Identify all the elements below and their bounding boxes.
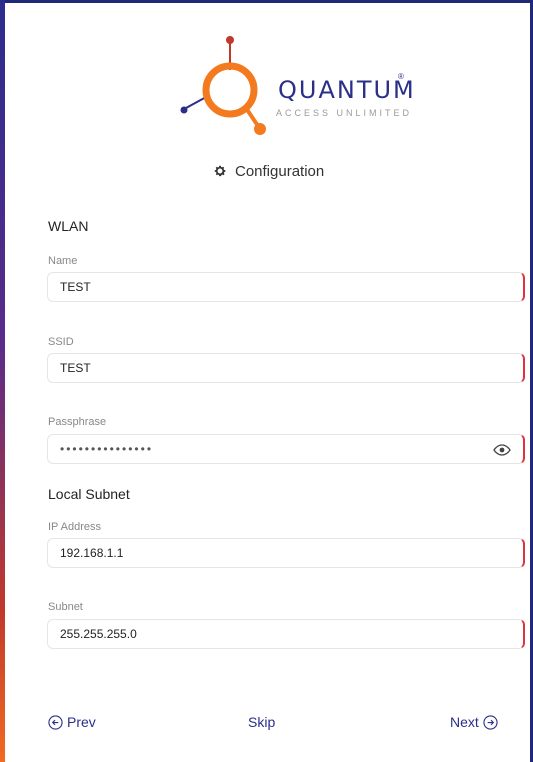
passphrase-field[interactable]: •••••••••••••••	[47, 434, 525, 464]
prev-label: Prev	[67, 714, 96, 730]
passphrase-label: Passphrase	[48, 416, 107, 428]
ssid-field[interactable]	[47, 353, 525, 383]
passphrase-masked-value: •••••••••••••••	[60, 442, 154, 456]
name-label: Name	[48, 255, 78, 267]
brand-name: QUANTUM	[278, 76, 416, 104]
next-button[interactable]: Next	[450, 714, 498, 730]
local-subnet-section-title: Local Subnet	[48, 486, 130, 502]
gear-icon	[214, 165, 226, 177]
brand-tagline: ACCESS UNLIMITED	[276, 108, 413, 118]
page-title: Configuration	[235, 162, 325, 180]
name-input[interactable]	[60, 280, 511, 294]
next-label: Next	[450, 714, 479, 730]
quantum-logo: QUANTUM ® ACCESS UNLIMITED	[178, 28, 428, 138]
skip-button[interactable]: Skip	[248, 714, 275, 730]
ip-address-input[interactable]	[60, 546, 511, 560]
eye-icon[interactable]	[493, 443, 511, 457]
subnet-label: Subnet	[48, 601, 83, 613]
skip-label: Skip	[248, 714, 276, 730]
left-accent-bar	[0, 0, 5, 762]
wlan-section-title: WLAN	[48, 218, 89, 234]
arrow-left-circle-icon	[48, 714, 63, 730]
setup-card: QUANTUM ® ACCESS UNLIMITED Configuration…	[20, 4, 526, 756]
subnet-input[interactable]	[60, 627, 511, 641]
brand-registered-mark: ®	[398, 72, 404, 81]
arrow-right-circle-icon	[483, 714, 498, 730]
subnet-field[interactable]	[47, 619, 525, 649]
ssid-input[interactable]	[60, 361, 511, 375]
name-field[interactable]	[47, 272, 525, 302]
ip-address-field[interactable]	[47, 538, 525, 568]
ip-address-label: IP Address	[48, 521, 101, 533]
prev-button[interactable]: Prev	[48, 714, 96, 730]
ssid-label: SSID	[48, 336, 74, 348]
page-header: Configuration	[213, 160, 324, 182]
